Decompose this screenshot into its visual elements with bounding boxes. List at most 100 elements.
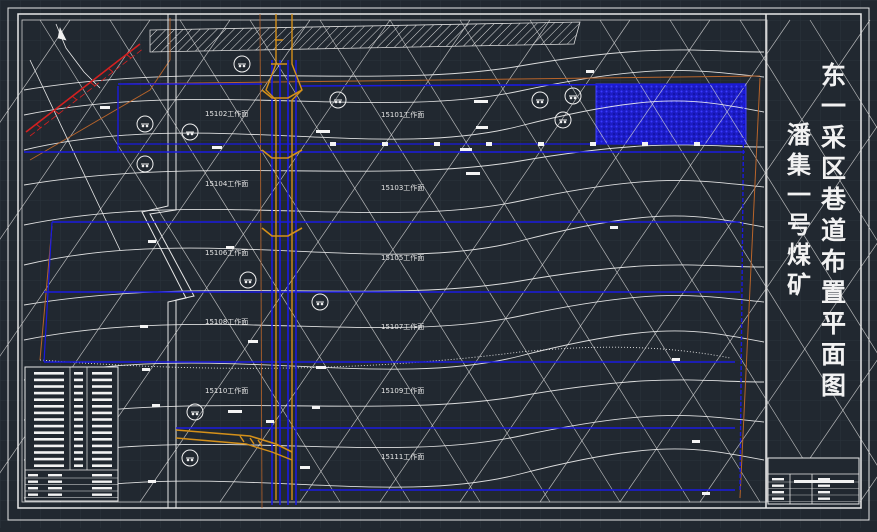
- equipment-symbol-wheel: [320, 302, 324, 306]
- legend-footer-text: [28, 487, 38, 490]
- legend-footer-text: [28, 493, 38, 496]
- panel-label-15106: 15106工作面: [205, 248, 248, 257]
- legend-entry-text: [34, 391, 64, 395]
- goaf-area: [595, 83, 747, 145]
- panel-label-15111: 15111工作面: [381, 452, 424, 461]
- legend-entry-text: [34, 411, 64, 415]
- annotation-tag: [248, 340, 258, 343]
- annotation-tag: [316, 130, 330, 133]
- equipment-symbol-wheel: [569, 96, 573, 100]
- annotation-tag: [148, 480, 156, 483]
- drawing-title: 东一采区巷道布置平面图: [818, 61, 848, 403]
- annotation-tag: [300, 466, 310, 469]
- roadway-marker: [486, 142, 492, 146]
- equipment-symbol-wheel: [338, 100, 342, 104]
- legend-entry-desc: [92, 431, 112, 434]
- legend-entry-desc: [92, 418, 112, 421]
- equipment-symbol-wheel: [559, 120, 563, 124]
- annotation-tag: [586, 70, 594, 73]
- panel-label-15102: 15102工作面: [205, 109, 248, 118]
- title-block-text: [818, 491, 830, 494]
- panel-label-15108: 15108工作面: [205, 317, 248, 326]
- legend-entry-symbol: [74, 411, 83, 415]
- legend-entry-desc: [92, 444, 112, 448]
- legend-entry-text: [34, 385, 64, 388]
- equipment-symbol-wheel: [190, 132, 194, 136]
- legend-entry-text: [34, 451, 64, 454]
- cad-background-grid: [0, 0, 877, 528]
- title-block-text: [818, 484, 830, 487]
- annotation-tag: [474, 100, 488, 103]
- title-block: [767, 457, 860, 505]
- annotation-tag: [312, 406, 320, 409]
- legend-entry-text: [34, 457, 64, 461]
- equipment-symbol-wheel: [540, 100, 544, 104]
- legend-entry-text: [34, 444, 64, 448]
- legend-footer-text: [28, 480, 38, 483]
- roadway-marker: [694, 142, 700, 146]
- equipment-symbol-wheel: [334, 100, 338, 104]
- legend-entry-desc: [92, 385, 112, 388]
- legend-entry-symbol: [74, 444, 83, 448]
- legend-entry-symbol: [74, 424, 83, 428]
- equipment-symbol-wheel: [536, 100, 540, 104]
- annotation-tag: [228, 410, 242, 413]
- equipment-symbol-wheel: [186, 132, 190, 136]
- title-block-text: [772, 497, 784, 500]
- legend-footer-text: [48, 487, 62, 490]
- equipment-symbol-wheel: [563, 120, 567, 124]
- panel-label-15103: 15103工作面: [381, 183, 424, 192]
- panel-label-15101: 15101工作面: [381, 110, 424, 119]
- legend-entry-text: [34, 398, 64, 401]
- legend-entry-desc: [92, 372, 112, 375]
- equipment-symbol-wheel: [573, 96, 577, 100]
- annotation-tag: [610, 226, 618, 229]
- panel-label-15104: 15104工作面: [205, 179, 248, 188]
- legend-entry-symbol: [74, 391, 83, 395]
- legend-entry-symbol: [74, 398, 83, 401]
- legend-entry-desc: [92, 391, 112, 395]
- legend-entry-text: [34, 372, 64, 375]
- legend-entry-symbol: [74, 405, 83, 408]
- legend-entry-symbol: [74, 451, 83, 454]
- panel-label-15110: 15110工作面: [205, 386, 248, 395]
- roadway-marker: [434, 142, 440, 146]
- equipment-symbol-wheel: [195, 412, 199, 416]
- legend-entry-text: [34, 418, 64, 421]
- legend-entry-desc: [92, 464, 112, 467]
- title-block-text: [772, 491, 784, 494]
- equipment-symbol-wheel: [145, 124, 149, 128]
- legend-entry-desc: [92, 457, 112, 461]
- roadway-marker: [590, 142, 596, 146]
- legend-entry-desc: [92, 424, 112, 428]
- legend-entry-desc: [92, 405, 112, 408]
- title-block-text: [772, 484, 784, 487]
- legend-entry-desc: [92, 398, 112, 401]
- equipment-symbol-wheel: [244, 280, 248, 284]
- legend-entry-symbol: [74, 431, 83, 434]
- annotation-tag: [316, 366, 326, 369]
- panel-label-15107: 15107工作面: [381, 322, 424, 331]
- cad-drawing-canvas: 15102工作面 15104工作面 15106工作面 15108工作面 1511…: [0, 0, 877, 528]
- legend-entry-symbol: [74, 418, 83, 421]
- annotation-tag: [100, 106, 110, 109]
- legend-footer-text: [92, 493, 112, 496]
- annotation-tag: [466, 172, 480, 175]
- mine-name: 潘集一号煤矿: [783, 121, 812, 302]
- annotation-tag: [460, 148, 472, 151]
- legend-entry-symbol: [74, 464, 83, 467]
- legend-entry-desc: [92, 451, 112, 454]
- legend-entry-symbol: [74, 385, 83, 388]
- annotation-tag: [476, 126, 488, 129]
- equipment-symbol-wheel: [242, 64, 246, 68]
- roadway-marker: [382, 142, 388, 146]
- legend-entry-text: [34, 431, 64, 434]
- legend-entry-symbol: [74, 372, 83, 375]
- title-block-text: [772, 478, 784, 481]
- equipment-symbol-wheel: [191, 412, 195, 416]
- panel-label-15109: 15109工作面: [381, 386, 424, 395]
- legend-entry-desc: [92, 378, 112, 382]
- roadway-marker: [538, 142, 544, 146]
- annotation-tag: [702, 492, 710, 495]
- annotation-tag: [152, 404, 160, 407]
